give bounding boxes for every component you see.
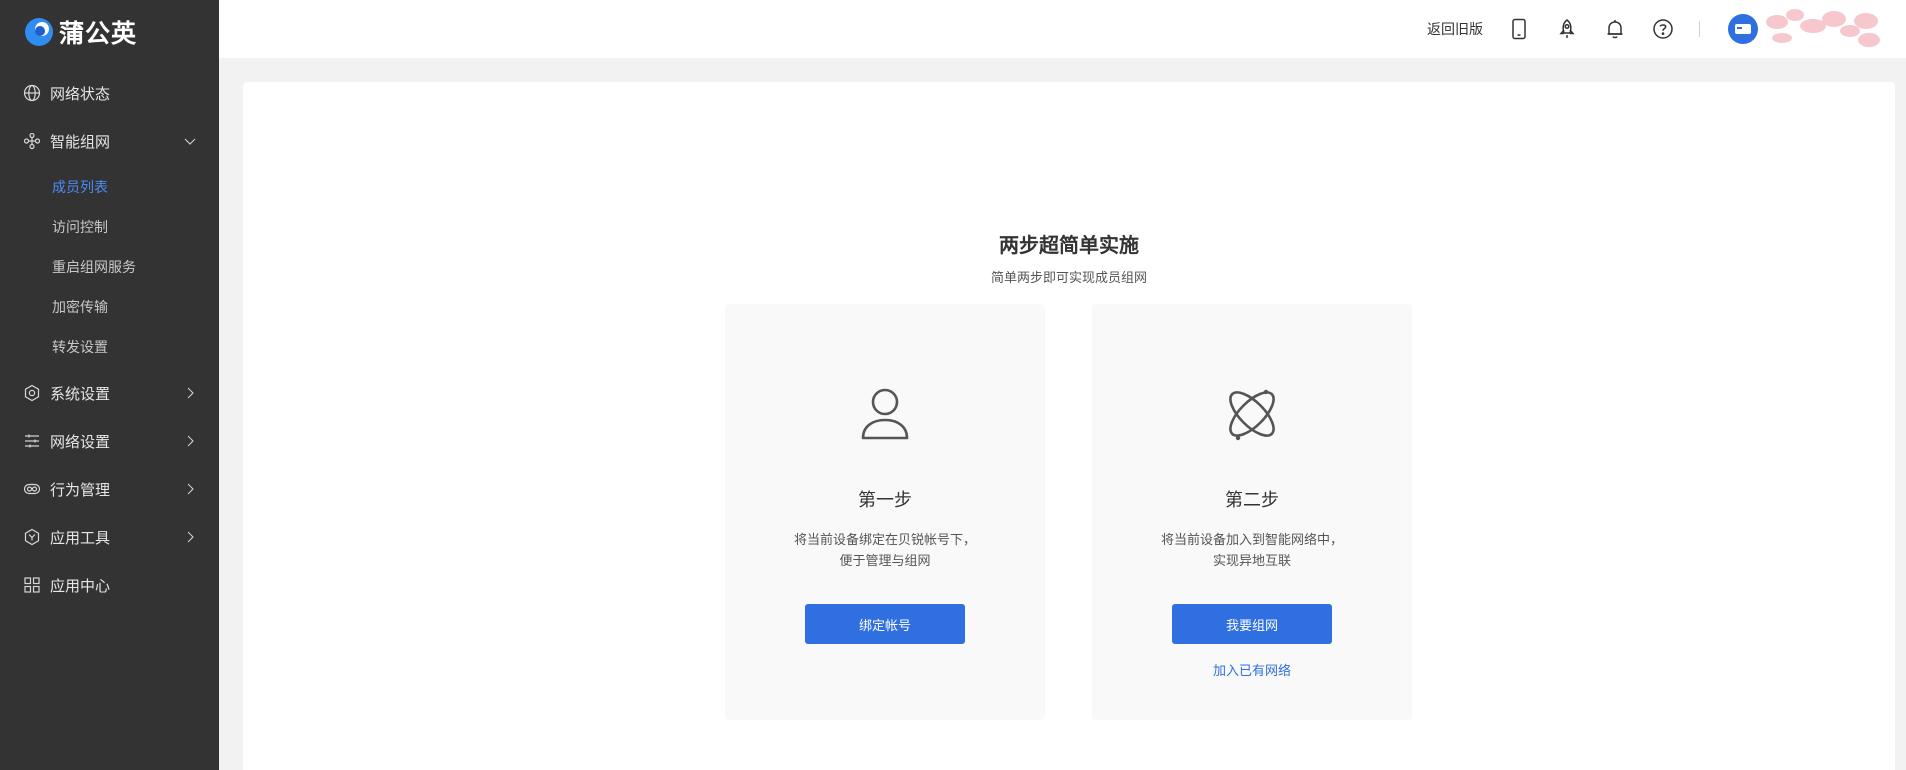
sidebar-subitem-forward-settings[interactable]: 转发设置 — [0, 327, 219, 367]
sidebar-menu: 网络状态 智能组网 成员列表 访问控制 重启组网服务 加密传输 转发设置 系统设… — [0, 69, 219, 609]
main-content: 两步超简单实施 简单两步即可实现成员组网 第一步 将当前设备绑定在贝锐帐号下， … — [243, 82, 1895, 770]
toolbox-icon — [22, 527, 42, 547]
join-existing-network-link[interactable]: 加入已有网络 — [1092, 660, 1412, 679]
sidebar-item-label: 网络状态 — [50, 85, 111, 103]
user-icon — [861, 388, 909, 440]
step-title: 第二步 — [1225, 490, 1279, 510]
link-icon — [22, 479, 42, 499]
brand-name: 蒲公英 — [59, 20, 138, 48]
sidebar-item-behavior-management[interactable]: 行为管理 — [0, 465, 219, 513]
mobile-icon[interactable] — [1507, 17, 1531, 41]
sidebar-item-smart-network[interactable]: 智能组网 — [0, 117, 219, 165]
brand[interactable]: 蒲公英 — [0, 0, 219, 64]
chevron-right-icon — [183, 530, 197, 544]
bell-icon[interactable] — [1603, 17, 1627, 41]
globe-icon — [22, 83, 42, 103]
chevron-right-icon — [183, 482, 197, 496]
sidebar: 蒲公英 网络状态 智能组网 成员列表 访问控制 重启组网服务 加密传输 转发设置 — [0, 0, 219, 770]
sliders-icon — [22, 431, 42, 451]
step-description: 将当前设备绑定在贝锐帐号下， 便于管理与组网 — [725, 529, 1045, 571]
create-network-button[interactable]: 我要组网 — [1172, 604, 1332, 644]
sidebar-item-label: 应用工具 — [50, 529, 111, 547]
sidebar-subitem-access-control[interactable]: 访问控制 — [0, 207, 219, 247]
dandelion-logo-icon — [25, 18, 53, 46]
top-header: 返回旧版 — [219, 0, 1906, 58]
header-divider — [1699, 21, 1700, 37]
chevron-down-icon — [183, 134, 197, 148]
back-to-old-version-link[interactable]: 返回旧版 — [1427, 19, 1483, 39]
sidebar-item-label: 行为管理 — [50, 481, 111, 499]
step-desc-line: 便于管理与组网 — [839, 553, 931, 568]
grid-icon — [22, 575, 42, 595]
page-subtitle: 简单两步即可实现成员组网 — [990, 270, 1147, 285]
smart-network-submenu: 成员列表 访问控制 重启组网服务 加密传输 转发设置 — [0, 165, 219, 369]
bind-account-button[interactable]: 绑定帐号 — [805, 604, 965, 644]
gear-icon — [22, 383, 42, 403]
help-icon[interactable] — [1651, 17, 1675, 41]
sidebar-item-app-tools[interactable]: 应用工具 — [0, 513, 219, 561]
card-icon — [1735, 24, 1751, 34]
sidebar-item-label: 智能组网 — [50, 133, 111, 151]
page-title: 两步超简单实施 — [999, 235, 1139, 257]
sidebar-item-label: 系统设置 — [50, 385, 111, 403]
chevron-right-icon — [183, 386, 197, 400]
avatar[interactable] — [1728, 14, 1758, 44]
atom-icon — [1229, 389, 1275, 441]
sidebar-item-label: 网络设置 — [50, 433, 111, 451]
sidebar-item-system-settings[interactable]: 系统设置 — [0, 369, 219, 417]
sidebar-item-app-center[interactable]: 应用中心 — [0, 561, 219, 609]
sidebar-subitem-encrypted-transfer[interactable]: 加密传输 — [0, 287, 219, 327]
sidebar-item-network-settings[interactable]: 网络设置 — [0, 417, 219, 465]
step-desc-line: 将当前设备绑定在贝锐帐号下， — [793, 532, 976, 547]
step-desc-line: 实现异地互联 — [1212, 553, 1291, 568]
step-card-1: 第一步 将当前设备绑定在贝锐帐号下， 便于管理与组网 绑定帐号 — [725, 304, 1045, 720]
sidebar-subitem-member-list[interactable]: 成员列表 — [0, 167, 219, 207]
rocket-icon[interactable] — [1555, 17, 1579, 41]
sidebar-item-label: 应用中心 — [50, 577, 111, 595]
step-card-2: 第二步 将当前设备加入到智能网络中， 实现异地互联 我要组网 加入已有网络 — [1092, 304, 1412, 720]
network-icon — [22, 131, 42, 151]
username-redacted[interactable] — [1762, 5, 1882, 53]
sidebar-subitem-restart-service[interactable]: 重启组网服务 — [0, 247, 219, 287]
sidebar-item-network-status[interactable]: 网络状态 — [0, 69, 219, 117]
step-description: 将当前设备加入到智能网络中， 实现异地互联 — [1092, 529, 1412, 571]
step-desc-line: 将当前设备加入到智能网络中， — [1160, 532, 1343, 547]
step-title: 第一步 — [858, 490, 912, 510]
chevron-right-icon — [183, 434, 197, 448]
